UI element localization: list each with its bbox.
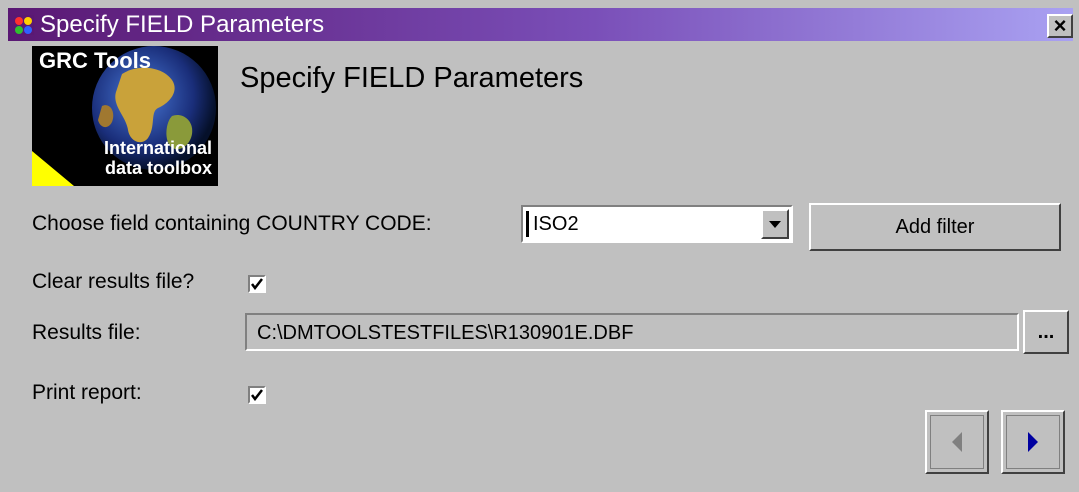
page-title: Specify FIELD Parameters — [240, 62, 584, 94]
country-code-label: Choose field containing COUNTRY CODE: — [32, 212, 432, 235]
logo-title: GRC Tools — [39, 48, 152, 73]
dialog-window: Specify FIELD Parameters × GRC Tools Int… — [0, 0, 1079, 492]
app-icon — [14, 15, 34, 35]
checkmark-icon — [251, 278, 263, 290]
add-filter-label: Add filter — [895, 215, 975, 238]
logo-subtitle: International data toolbox — [103, 138, 212, 178]
browse-button[interactable]: ... — [1023, 310, 1069, 354]
chevron-down-icon — [769, 221, 781, 228]
print-report-checkbox[interactable] — [248, 386, 266, 404]
dropdown-button[interactable] — [761, 209, 789, 239]
title-bar[interactable]: Specify FIELD Parameters × — [8, 8, 1073, 41]
results-file-value: C:\DMTOOLSTESTFILES\R130901E.DBF — [257, 322, 634, 344]
chevron-right-icon — [1028, 432, 1038, 452]
logo: GRC Tools International data toolbox — [32, 46, 218, 186]
clear-results-checkbox[interactable] — [248, 275, 266, 293]
results-file-field[interactable]: C:\DMTOOLSTESTFILES\R130901E.DBF — [245, 313, 1019, 351]
next-button[interactable] — [1001, 410, 1065, 474]
back-button[interactable] — [925, 410, 989, 474]
close-button[interactable]: × — [1047, 14, 1073, 38]
results-file-label: Results file: — [32, 321, 141, 344]
text-caret — [526, 211, 529, 237]
ellipsis-icon: ... — [1037, 320, 1055, 343]
checkmark-icon — [251, 389, 263, 401]
country-code-value: ISO2 — [533, 213, 579, 235]
window-title: Specify FIELD Parameters — [40, 11, 325, 38]
close-icon: × — [1053, 13, 1067, 38]
country-code-dropdown[interactable]: ISO2 — [521, 205, 793, 243]
clear-results-label: Clear results file? — [32, 270, 195, 293]
chevron-left-icon — [952, 432, 962, 452]
add-filter-button[interactable]: Add filter — [809, 203, 1061, 251]
print-report-label: Print report: — [32, 381, 142, 404]
